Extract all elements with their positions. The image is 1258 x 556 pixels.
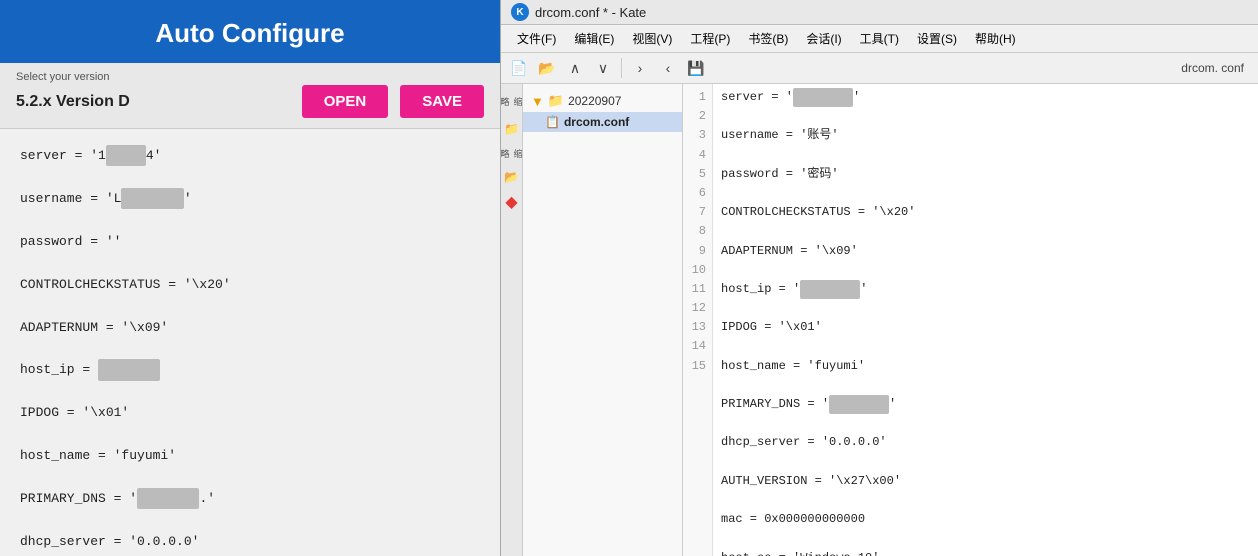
line-numbers: 123456789101112131415	[683, 84, 713, 556]
code-editor-area: 123456789101112131415 server = '████████…	[683, 84, 1258, 556]
editor-line-10: dhcp_server = '0.0.0.0'	[721, 433, 1250, 452]
app-title: Auto Configure	[0, 0, 500, 63]
config-preview: server = '1████4' username = 'L████████'…	[0, 129, 500, 556]
code-line-8: host_name = 'fuyumi'	[20, 445, 480, 466]
version-value: 5.2.x Version D	[16, 93, 290, 111]
kate-sidebar: 缩略 📁 缩略 📂 ◆	[501, 84, 523, 556]
code-line-6: host_ip = ████████	[20, 359, 480, 380]
kate-title: drcom.conf * - Kate	[535, 5, 646, 20]
file-tree-panel: ▼ 📁 20220907 📋 drcom.conf	[523, 84, 683, 556]
code-lines-container: 123456789101112131415 server = '████████…	[683, 84, 1258, 556]
version-label: Select your version	[16, 71, 484, 83]
editor-line-13: host_os = 'Windows 10'	[721, 549, 1250, 556]
git-icon[interactable]: ◆	[505, 192, 517, 212]
sidebar-files-icon[interactable]: 缩略	[503, 92, 521, 110]
code-line-4: CONTROLCHECKSTATUS = '\x20'	[20, 274, 480, 295]
folder-icon2: 📁	[548, 93, 564, 109]
file-icon: 📋	[545, 115, 560, 129]
open-button[interactable]: OPEN	[302, 85, 389, 118]
menu-view[interactable]: 视图(V)	[624, 27, 680, 50]
code-line-10: dhcp_server = '0.0.0.0'	[20, 531, 480, 552]
menu-help[interactable]: 帮助(H)	[967, 27, 1024, 50]
folder-name: 20220907	[568, 94, 621, 108]
editor-line-6: host_ip = '████████'	[721, 280, 1250, 299]
editor-line-8: host_name = 'fuyumi'	[721, 357, 1250, 376]
code-content[interactable]: server = '████████' username = '账号' pass…	[713, 84, 1258, 556]
code-line-9: PRIMARY_DNS = '████████.'	[20, 488, 480, 509]
open-file-button[interactable]: 📂	[535, 56, 559, 80]
nav-down-button[interactable]: ∨	[591, 56, 615, 80]
file-name: drcom.conf	[564, 115, 629, 129]
sidebar-project-icon[interactable]: 缩略	[503, 144, 521, 162]
menu-bookmark[interactable]: 书签(B)	[740, 27, 796, 50]
kate-app-icon	[511, 3, 529, 21]
new-file-button[interactable]: 📄	[507, 56, 531, 80]
editor-line-1: server = '████████'	[721, 88, 1250, 107]
tree-file-item[interactable]: 📋 drcom.conf	[523, 112, 682, 132]
editor-line-3: password = '密码'	[721, 165, 1250, 184]
controls-bar: Select your version 5.2.x Version D OPEN…	[0, 63, 500, 129]
code-line-2: username = 'L████████'	[20, 188, 480, 209]
editor-line-9: PRIMARY_DNS = '████████'	[721, 395, 1250, 414]
menu-edit[interactable]: 编辑(E)	[566, 27, 622, 50]
toolbar-filename: drcom. conf	[1181, 61, 1252, 75]
code-line-1: server = '1████4'	[20, 145, 480, 166]
editor-line-5: ADAPTERNUM = '\x09'	[721, 242, 1250, 261]
kate-titlebar: drcom.conf * - Kate	[501, 0, 1258, 25]
kate-menubar: 文件(F) 编辑(E) 视图(V) 工程(P) 书签(B) 会话(I) 工具(T…	[501, 25, 1258, 53]
auto-configure-panel: Auto Configure Select your version 5.2.x…	[0, 0, 500, 556]
sidebar-open-icon[interactable]: 📂	[503, 168, 521, 186]
code-line-7: IPDOG = '\x01'	[20, 402, 480, 423]
code-line-3: password = ''	[20, 231, 480, 252]
save-file-button[interactable]: 💾	[684, 56, 708, 80]
kate-body: 缩略 📁 缩略 📂 ◆ ▼ 📁 20220907 📋 drcom.conf 12…	[501, 84, 1258, 556]
editor-line-4: CONTROLCHECKSTATUS = '\x20'	[721, 203, 1250, 222]
sidebar-folder-icon[interactable]: 📁	[503, 120, 521, 138]
editor-line-2: username = '账号'	[721, 126, 1250, 145]
menu-tools[interactable]: 工具(T)	[852, 27, 907, 50]
tree-folder-item[interactable]: ▼ 📁 20220907	[523, 90, 682, 112]
editor-line-7: IPDOG = '\x01'	[721, 318, 1250, 337]
menu-project[interactable]: 工程(P)	[682, 27, 738, 50]
kate-toolbar: 📄 📂 ∧ ∨ › ‹ 💾 drcom. conf	[501, 53, 1258, 84]
folder-icon: ▼	[531, 94, 544, 109]
menu-session[interactable]: 会话(I)	[798, 27, 849, 50]
kate-editor: drcom.conf * - Kate 文件(F) 编辑(E) 视图(V) 工程…	[500, 0, 1258, 556]
nav-up-button[interactable]: ∧	[563, 56, 587, 80]
save-button[interactable]: SAVE	[400, 85, 484, 118]
menu-file[interactable]: 文件(F)	[509, 27, 564, 50]
nav-back-button[interactable]: ‹	[656, 56, 680, 80]
editor-line-12: mac = 0x000000000000	[721, 510, 1250, 529]
editor-line-11: AUTH_VERSION = '\x27\x00'	[721, 472, 1250, 491]
menu-settings[interactable]: 设置(S)	[909, 27, 965, 50]
code-line-5: ADAPTERNUM = '\x09'	[20, 317, 480, 338]
toolbar-separator	[621, 58, 622, 78]
nav-forward-button[interactable]: ›	[628, 56, 652, 80]
